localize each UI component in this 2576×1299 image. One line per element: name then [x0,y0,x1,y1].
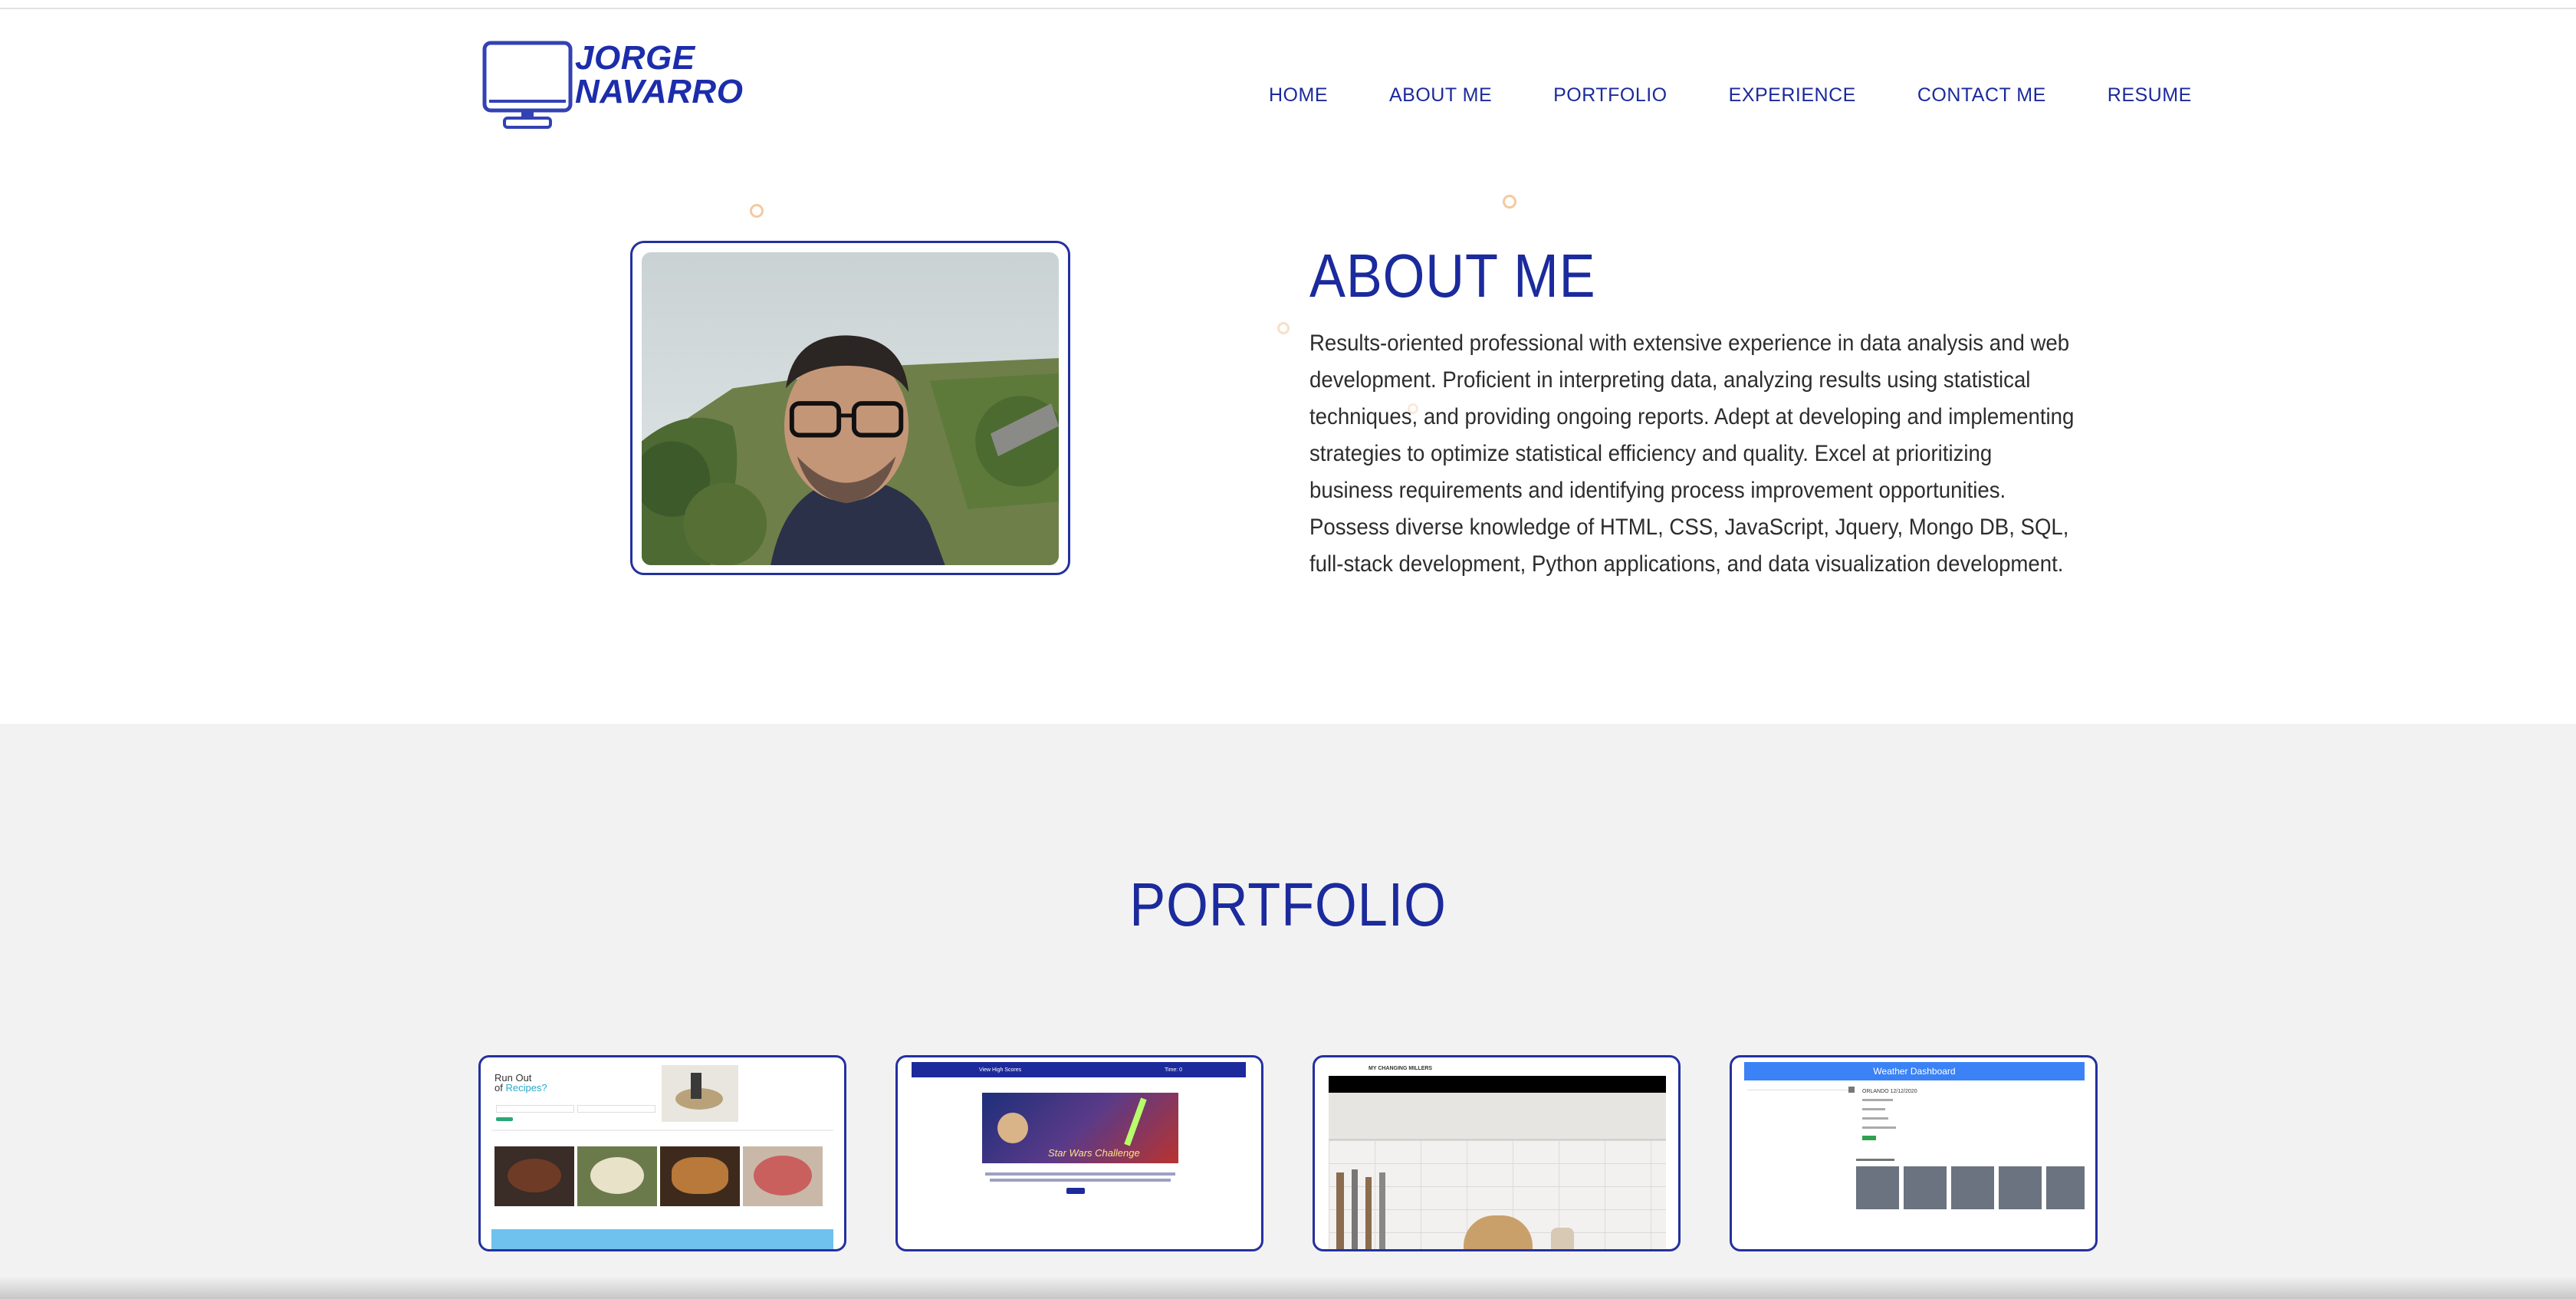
decor-dot [750,204,764,218]
recipes-footer [491,1229,833,1249]
recipes-search-field [577,1105,656,1113]
view-high-scores-link: View High Scores [979,1067,1022,1073]
main-nav: HOME ABOUT ME PORTFOLIO EXPERIENCE CONTA… [1269,84,2192,107]
weather-city: ORLANDO 12/12/2020 [1862,1089,1917,1094]
forecast-day-card [1999,1166,2042,1209]
weather-header: Weather Dashboard [1744,1062,2085,1080]
nav-contact-me[interactable]: CONTACT ME [1917,84,2046,107]
kitchen-image [1329,1093,1666,1249]
portfolio-card-recipes[interactable]: Run Out of Recipes? [478,1055,846,1251]
logo-first-name: JORGE [575,39,695,77]
logo-last-name: NAVARRO [575,73,744,110]
recipes-search-button [496,1117,513,1121]
recipe-thumb [577,1146,657,1206]
weather-title: Weather Dashboard [1873,1066,1956,1077]
start-button [1066,1188,1085,1194]
decor-dot [1277,322,1290,334]
recipes-search-field [496,1105,574,1113]
recipe-thumb [660,1146,740,1206]
nav-home[interactable]: HOME [1269,84,1328,107]
forecast-day-card [1904,1166,1947,1209]
monitor-icon [482,41,573,129]
forecast-day-card [2046,1166,2085,1209]
recipes-screenshot: Run Out of Recipes? [491,1062,833,1249]
portfolio-card-star-wars[interactable]: View High Scores Time: 0 Star Wars Chall… [895,1055,1263,1251]
forecast-day-card [1856,1166,1899,1209]
recipe-thumb [495,1146,574,1206]
decor-dot [1503,195,1516,209]
portfolio-card-weather[interactable]: Weather Dashboard ORLANDO 12/12/2020 [1730,1055,2098,1251]
nav-portfolio[interactable]: PORTFOLIO [1553,84,1668,107]
star-wars-banner: View High Scores Time: 0 [912,1062,1246,1077]
kitchen-screenshot: MY CHANGING MILLERS [1326,1062,1668,1249]
portfolio-section [0,724,2576,1299]
recipes-headline-2: of [495,1082,506,1093]
kitchen-brand: MY CHANGING MILLERS [1368,1066,1433,1071]
forecast-day-card [1951,1166,1994,1209]
bottom-shadow [0,1276,2576,1299]
star-wars-image-title: Star Wars Challenge [1048,1147,1140,1159]
profile-photo-frame [630,241,1070,575]
about-heading: ABOUT ME [1309,242,1596,310]
star-wars-screenshot: View High Scores Time: 0 Star Wars Chall… [909,1062,1250,1249]
nav-experience[interactable]: EXPERIENCE [1729,84,1856,107]
site-logo[interactable]: JORGE NAVARRO [481,40,743,132]
timer-label: Time: 0 [1165,1067,1183,1073]
recipe-thumb [743,1146,823,1206]
weather-screenshot: Weather Dashboard ORLANDO 12/12/2020 [1743,1062,2085,1249]
logo-wordmark: JORGE NAVARRO [575,41,743,109]
top-border [0,8,2576,9]
about-paragraph: Results-oriented professional with exten… [1309,331,2075,577]
profile-photo [642,252,1059,565]
star-wars-image: Star Wars Challenge [982,1093,1178,1163]
recipes-hero-image [662,1065,738,1122]
portfolio-heading: PORTFOLIO [1129,870,1447,939]
nav-resume[interactable]: RESUME [2108,84,2192,107]
nav-about-me[interactable]: ABOUT ME [1389,84,1492,107]
portfolio-card-kitchen[interactable]: MY CHANGING MILLERS [1313,1055,1681,1251]
recipes-headline-accent: Recipes? [505,1082,547,1093]
